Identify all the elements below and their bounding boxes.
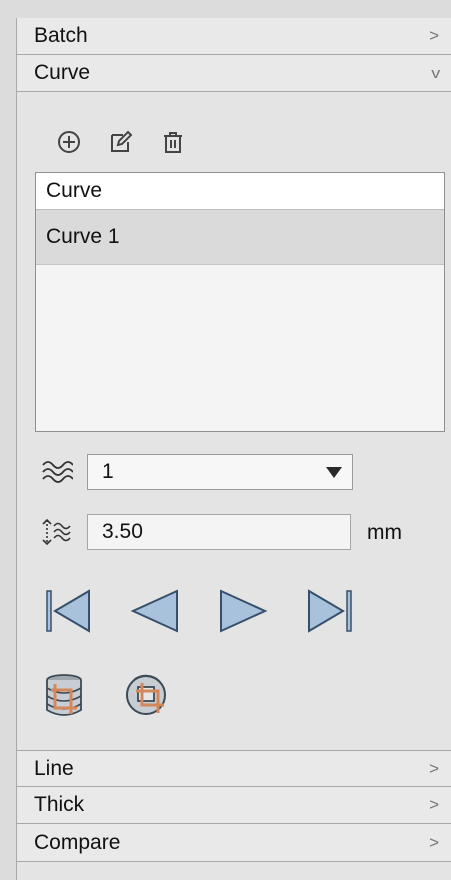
add-curve-button[interactable] xyxy=(53,126,85,158)
delete-curve-button[interactable] xyxy=(157,126,189,158)
crop-rotate-button[interactable] xyxy=(121,670,175,724)
section-batch-header[interactable]: Batch > xyxy=(17,18,451,55)
section-curve-label: Curve xyxy=(34,61,91,84)
layer-stack-crop-icon xyxy=(46,674,82,716)
section-thick-header[interactable]: Thick > xyxy=(17,787,451,824)
smoothing-value: 1 xyxy=(102,460,114,483)
side-panel: Batch > Curve v Curve Curve 1 1 3.50 mm … xyxy=(16,18,451,880)
last-icon xyxy=(308,589,352,633)
trash-icon xyxy=(164,132,182,153)
next-point-button[interactable] xyxy=(213,582,273,642)
section-compare-header[interactable]: Compare > xyxy=(17,824,451,862)
last-point-button[interactable] xyxy=(299,582,359,642)
first-point-button[interactable] xyxy=(39,582,99,642)
chevron-right-icon: > xyxy=(429,832,439,852)
first-icon xyxy=(46,589,90,633)
edit-curve-button[interactable] xyxy=(105,126,137,158)
list-item[interactable]: Curve 1 xyxy=(36,210,444,265)
section-line-header[interactable]: Line > xyxy=(17,750,451,787)
batch-crop-button[interactable] xyxy=(39,670,93,724)
add-circle-icon xyxy=(58,131,80,153)
section-line-label: Line xyxy=(34,756,74,780)
dropdown-arrow-icon xyxy=(326,466,342,478)
prev-icon xyxy=(130,589,178,633)
section-curve-header[interactable]: Curve v xyxy=(17,55,451,92)
curve-section-body: Curve Curve 1 1 mm xyxy=(17,94,451,742)
chevron-right-icon: > xyxy=(429,758,439,778)
section-batch-label: Batch xyxy=(34,24,88,47)
previous-point-button[interactable] xyxy=(125,582,185,642)
offset-unit-label: mm xyxy=(367,521,402,544)
vertical-offset-waves-icon xyxy=(42,518,71,546)
edit-icon xyxy=(111,130,133,152)
section-compare-label: Compare xyxy=(34,830,121,854)
chevron-right-icon: > xyxy=(429,795,439,814)
chevron-down-icon: v xyxy=(430,64,440,82)
curve-list-header: Curve xyxy=(36,173,444,210)
next-icon xyxy=(220,589,268,633)
waves-icon xyxy=(42,461,73,483)
crop-rotate-icon xyxy=(126,674,166,715)
section-thick-label: Thick xyxy=(34,793,85,816)
chevron-right-icon: > xyxy=(429,26,439,45)
offset-input[interactable] xyxy=(87,514,351,550)
smoothing-select[interactable]: 1 xyxy=(87,454,353,490)
curve-list: Curve Curve 1 xyxy=(35,172,445,432)
